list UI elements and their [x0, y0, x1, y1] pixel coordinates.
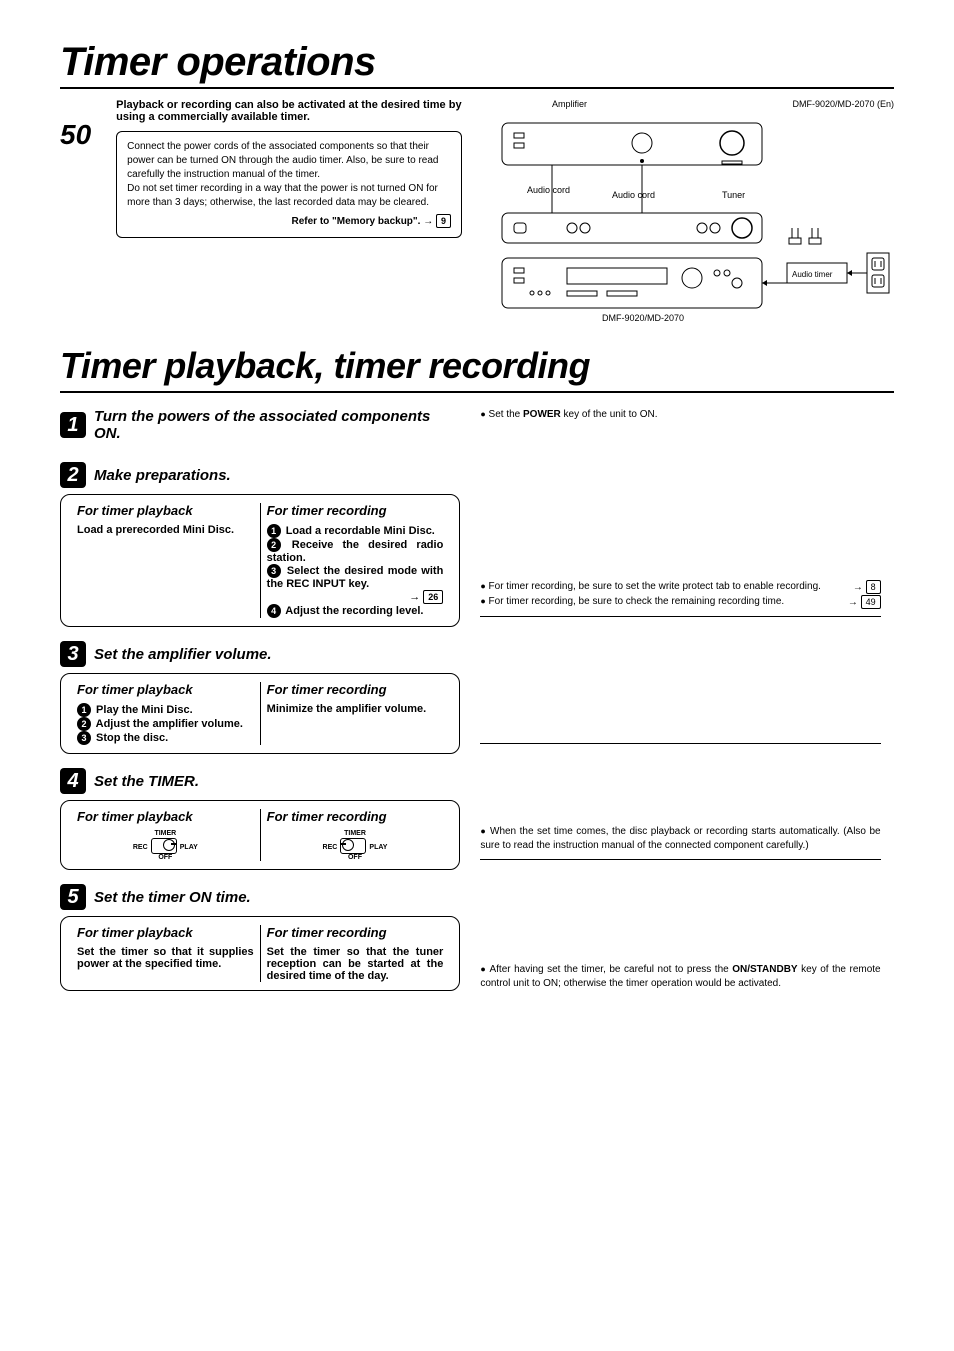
step-5-pb-body: Set the timer so that it supplies power …: [77, 946, 254, 970]
page-ref-26: 26: [423, 590, 443, 604]
step-4-badge: 4: [60, 768, 86, 794]
step-2-pb-body: Load a prerecorded Mini Disc.: [77, 524, 254, 536]
rec-label: REC: [323, 844, 338, 851]
separator: [480, 859, 880, 860]
bullet-dot-icon: ●: [480, 964, 486, 974]
step-5-rec-body: Set the timer so that the tuner receptio…: [267, 946, 444, 982]
page-ref-9: 9: [436, 214, 451, 228]
intro-box-text-1: Connect the power cords of the associate…: [127, 140, 451, 182]
rec-label: REC: [133, 844, 148, 851]
step-5-note-bold: ON/STANDBY: [732, 964, 797, 975]
separator: [480, 616, 880, 617]
step-2-note-2: For timer recording, be sure to check th…: [489, 596, 785, 607]
connection-diagram: Amplifier DMF-9020/MD-2070 (En) Audio co…: [492, 99, 894, 325]
step-2-rec-item-3: Select the desired mode with the REC INP…: [267, 565, 444, 590]
step-1-note-suffix: key of the unit to ON.: [561, 409, 658, 420]
separator: [480, 743, 880, 744]
section-title: Timer playback, timer recording: [60, 345, 894, 393]
off-label: OFF: [77, 854, 254, 862]
numbered-bullet-2: 2: [77, 717, 91, 731]
step-1-badge: 1: [60, 412, 86, 438]
step-2-note-1: For timer recording, be sure to set the …: [489, 581, 821, 592]
step-4-rec-heading: For timer recording: [267, 809, 444, 824]
timer-switch-play-icon: [151, 838, 177, 854]
page-ref-8: 8: [866, 580, 881, 594]
timer-label: TIMER: [267, 830, 444, 838]
numbered-bullet-4: 4: [267, 604, 281, 618]
step-2-heading: Make preparations.: [94, 467, 231, 484]
page-number: 50: [60, 119, 91, 238]
memory-backup-ref-text: Refer to "Memory backup". →: [291, 216, 433, 227]
diagram-amp-label: Amplifier: [552, 99, 587, 109]
numbered-bullet-3: 3: [77, 731, 91, 745]
intro-box-text-2: Do not set timer recording in a way that…: [127, 182, 451, 210]
step-1-heading: Turn the powers of the associated compon…: [94, 408, 460, 442]
numbered-bullet-2: 2: [267, 538, 281, 552]
step-2-rec-item-4: Adjust the recording level.: [283, 605, 424, 617]
step-3-pb-item-2: Adjust the amplifier volume.: [93, 718, 243, 730]
numbered-bullet-1: 1: [77, 703, 91, 717]
intro-lead: Playback or recording can also be activa…: [116, 99, 462, 123]
step-1-note-bold: POWER: [523, 409, 561, 420]
bullet-dot-icon: ●: [480, 826, 486, 836]
bullet-dot-icon: ●: [480, 596, 485, 606]
intro-info-box: Connect the power cords of the associate…: [116, 131, 462, 238]
step-3-pb-item-3: Stop the disc.: [93, 732, 168, 744]
svg-text:Audio cord: Audio cord: [527, 185, 570, 195]
off-label: OFF: [267, 854, 444, 862]
svg-text:Audio cord: Audio cord: [612, 190, 655, 200]
diagram-model-label: DMF-9020/MD-2070 (En): [792, 99, 894, 109]
step-2-badge: 2: [60, 462, 86, 488]
step-3-rec-body: Minimize the amplifier volume.: [267, 703, 444, 715]
timer-switch-rec-icon: [340, 838, 366, 854]
step-4-note: When the set time comes, the disc playba…: [480, 826, 880, 851]
step-3-rec-heading: For timer recording: [267, 682, 444, 697]
bullet-dot-icon: ●: [480, 581, 485, 591]
step-5-badge: 5: [60, 884, 86, 910]
svg-text:Audio timer: Audio timer: [792, 270, 833, 279]
step-5-rec-heading: For timer recording: [267, 925, 444, 940]
step-1-note-prefix: Set the: [489, 409, 523, 420]
step-3-pb-item-1: Play the Mini Disc.: [93, 704, 193, 716]
step-5-heading: Set the timer ON time.: [94, 889, 251, 906]
play-label: PLAY: [180, 844, 198, 851]
step-2-rec-item-1: Load a recordable Mini Disc.: [283, 525, 435, 537]
step-2-rec-item-2: Receive the desired radio station.: [267, 539, 444, 564]
step-2-pb-heading: For timer playback: [77, 503, 254, 518]
play-label: PLAY: [369, 844, 387, 851]
page-title: Timer operations: [60, 40, 894, 89]
svg-text:DMF-9020/MD-2070: DMF-9020/MD-2070: [602, 313, 684, 323]
bullet-dot-icon: ●: [480, 409, 485, 419]
step-3-badge: 3: [60, 641, 86, 667]
step-3-heading: Set the amplifier volume.: [94, 646, 272, 663]
step-4-heading: Set the TIMER.: [94, 773, 199, 790]
step-4-pb-heading: For timer playback: [77, 809, 254, 824]
numbered-bullet-1: 1: [267, 524, 281, 538]
step-2-rec-heading: For timer recording: [267, 503, 444, 518]
svg-text:Tuner: Tuner: [722, 190, 745, 200]
page-ref-49: 49: [861, 595, 881, 609]
timer-label: TIMER: [77, 830, 254, 838]
step-3-pb-heading: For timer playback: [77, 682, 254, 697]
step-5-pb-heading: For timer playback: [77, 925, 254, 940]
numbered-bullet-3: 3: [267, 564, 281, 578]
step-5-note-prefix: After having set the timer, be careful n…: [489, 964, 732, 975]
